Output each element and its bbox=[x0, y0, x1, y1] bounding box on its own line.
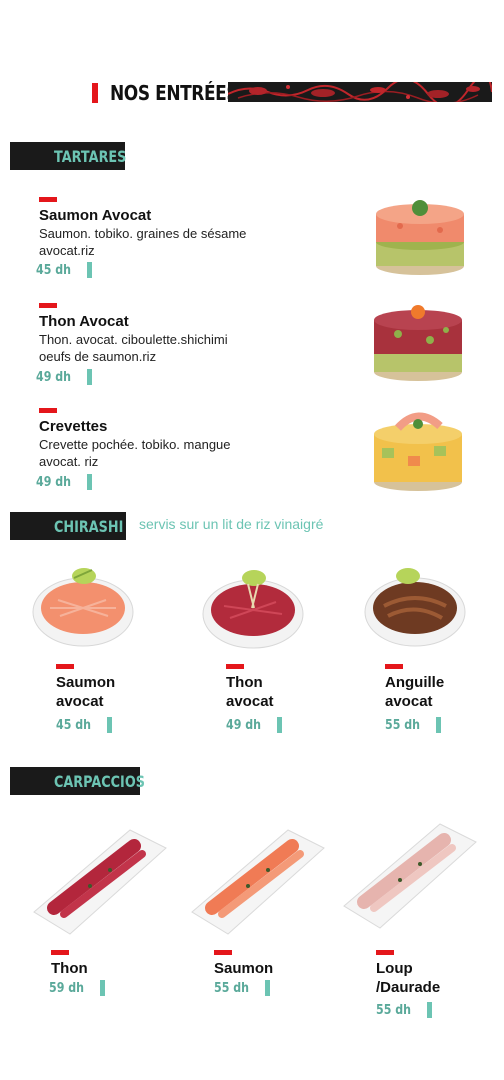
item-name: Thon bbox=[51, 960, 88, 977]
item-name: Saumon bbox=[214, 960, 274, 977]
price-value: 45 dh bbox=[36, 262, 72, 278]
item-name: Anguille bbox=[385, 674, 445, 691]
item-name: Crevettes bbox=[39, 418, 108, 435]
tartare-shrimp-image bbox=[374, 412, 462, 491]
price-tag: 55 dh bbox=[214, 980, 271, 996]
red-dash bbox=[39, 303, 57, 308]
section-tab-carpaccios: CARPACCIOS bbox=[10, 767, 145, 795]
chirashi-eel-bowl-image bbox=[364, 568, 466, 647]
carpaccio-tuna-plate-image bbox=[33, 829, 167, 935]
red-dash bbox=[56, 664, 74, 669]
red-dash bbox=[385, 664, 403, 669]
fish-pattern-icon bbox=[228, 82, 492, 102]
red-dash bbox=[226, 664, 244, 669]
price-value: 49 dh bbox=[226, 717, 262, 733]
item-name: avocat bbox=[226, 693, 274, 710]
carpaccio-salmon-plate-image bbox=[191, 829, 325, 935]
tartare-tuna-image bbox=[374, 305, 462, 381]
price-value: 55 dh bbox=[385, 717, 421, 733]
price-tag: 59 dh bbox=[49, 980, 106, 996]
price-tag: 55 dh bbox=[376, 1002, 433, 1018]
item-name: avocat bbox=[56, 693, 104, 710]
item-name: Saumon Avocat bbox=[39, 207, 152, 224]
price-value: 55 dh bbox=[376, 1002, 412, 1018]
price-value: 49 dh bbox=[36, 369, 72, 385]
price-value: 49 dh bbox=[36, 474, 72, 490]
price-tag: 55 dh bbox=[385, 717, 442, 733]
item-description: avocat. riz bbox=[39, 454, 99, 469]
red-dash bbox=[376, 950, 394, 955]
section-tab-tartares: TARTARES bbox=[10, 142, 127, 170]
chirashi-tuna-bowl-image bbox=[202, 570, 304, 649]
carpaccio-seabass-plate-image bbox=[343, 823, 477, 929]
tartare-salmon-image bbox=[376, 200, 464, 275]
section-tab-chirashi: CHIRASHI bbox=[10, 512, 126, 540]
price-value: 59 dh bbox=[49, 980, 85, 996]
item-name: avocat bbox=[385, 693, 433, 710]
header-red-bar bbox=[92, 83, 98, 103]
page-title: NOS ENTRÉES bbox=[110, 81, 239, 105]
item-description: Thon. avocat. ciboulette.shichimi bbox=[39, 332, 228, 347]
item-name: Saumon bbox=[56, 674, 116, 691]
red-dash bbox=[214, 950, 232, 955]
price-value: 55 dh bbox=[214, 980, 250, 996]
item-name: /Daurade bbox=[376, 979, 441, 996]
price-tag: 45 dh bbox=[56, 717, 113, 733]
section-title-chirashi: CHIRASHI bbox=[54, 516, 124, 536]
price-tag: 49 dh bbox=[36, 369, 93, 385]
price-value: 45 dh bbox=[56, 717, 92, 733]
item-description: avocat.riz bbox=[39, 243, 95, 258]
item-name: Loup bbox=[376, 960, 413, 977]
item-description: oeufs de saumon.riz bbox=[39, 349, 157, 364]
item-name: Thon bbox=[226, 674, 263, 691]
item-description: Saumon. tobiko. graines de sésame bbox=[39, 226, 247, 241]
section-note: servis sur un lit de riz vinaigré bbox=[139, 516, 324, 532]
price-tag: 49 dh bbox=[226, 717, 283, 733]
chirashi-salmon-bowl-image bbox=[32, 568, 134, 647]
header-decorative-banner bbox=[228, 82, 492, 102]
price-tag: 49 dh bbox=[36, 474, 93, 490]
item-name: Thon Avocat bbox=[39, 313, 129, 330]
price-tag: 45 dh bbox=[36, 262, 93, 278]
red-dash bbox=[39, 408, 57, 413]
item-description: Crevette pochée. tobiko. mangue bbox=[39, 437, 231, 452]
section-title-tartares: TARTARES bbox=[54, 146, 127, 166]
red-dash bbox=[51, 950, 69, 955]
section-title-carpaccios: CARPACCIOS bbox=[54, 771, 145, 791]
red-dash bbox=[39, 197, 57, 202]
